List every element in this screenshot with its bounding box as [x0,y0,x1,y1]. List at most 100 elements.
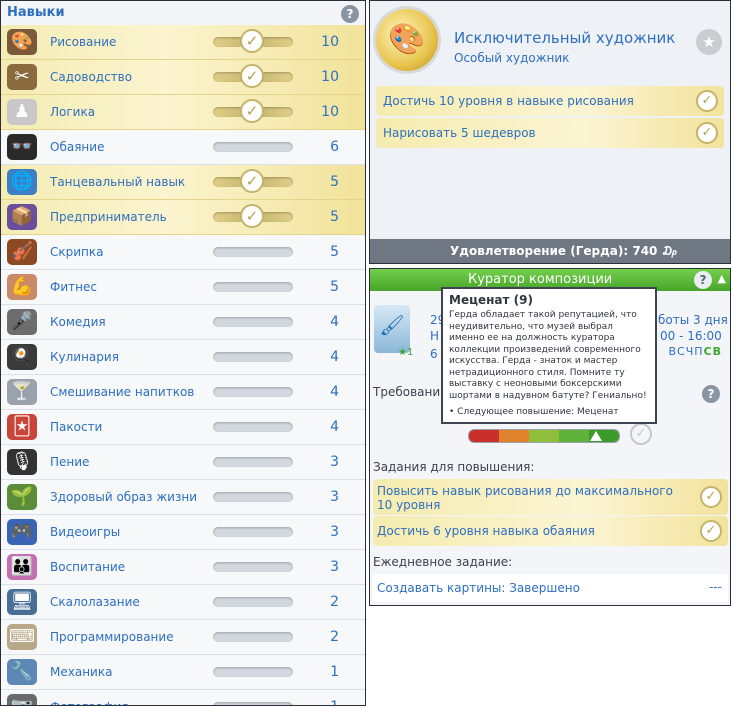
paint-palette-icon: 🎨 [7,29,37,55]
skill-level: 10 [321,34,339,50]
check-icon: ✓ [696,122,718,144]
skill-progress-bar [213,457,293,467]
check-icon: ✓ [240,64,264,88]
skill-level: 6 [330,139,339,155]
skill-level: 4 [330,349,339,365]
skill-name: Видеоигры [50,525,121,539]
career-title: Куратор композиции [468,272,613,287]
skill-progress-bar [213,282,293,292]
skill-row[interactable]: 📷Фотография✓1 [1,690,365,705]
skill-row[interactable]: 🖥Скалолазание✓2 [1,585,365,620]
daily-task[interactable]: Создавать картины: Завершено --- [373,574,728,602]
skill-row[interactable]: 🌐 Танцевальный навык ✓ 5 [1,165,365,200]
skill-row[interactable]: 💪Фитнес✓5 [1,270,365,305]
violin-icon: 🎻 [7,239,37,265]
check-icon: ✓ [240,29,264,53]
tooltip-title: Меценат (9) [449,293,533,307]
help-icon[interactable]: ? [341,5,359,23]
skill-progress-bar [213,667,293,677]
check-icon: ✓ [240,204,264,228]
wellness-plant-icon: 🌱 [7,484,37,510]
frying-pan-icon: 🍳 [7,344,37,370]
skill-progress-bar [213,562,293,572]
skill-row[interactable]: 🎨 Рисование ✓ 10 [1,25,365,60]
help-icon[interactable]: ? [702,385,720,403]
skill-level: 4 [330,419,339,435]
satisfaction-points: Удовлетворение (Герда): 740 ₯ [450,244,679,258]
skill-progress-bar [213,632,293,642]
aspiration-goal[interactable]: Достичь 10 уровня в навыке рисования ✓ [376,86,724,116]
check-icon: ✓ [240,99,264,123]
skill-name: Пение [50,455,90,469]
daily-task-text: Создавать картины: Завершено [377,581,580,595]
skill-level: 2 [330,594,339,610]
collapse-icon[interactable]: ▲ [718,272,726,285]
skill-row[interactable]: 🎙Пение✓3 [1,445,365,480]
entrepreneur-icon: 📦 [7,204,37,230]
career-level-stars: ★1 [398,347,414,358]
skill-progress-bar [213,597,293,607]
skill-level: 5 [330,174,339,190]
wrench-icon: 🔧 [7,659,37,685]
check-icon: ✓ [696,90,718,112]
skill-level: 3 [330,559,339,575]
tooltip-body: Герда обладает такой репутацией, что неу… [449,310,647,401]
chess-piece-icon: ♟ [7,99,37,125]
aspiration-medal-icon: 🎨 [376,9,438,71]
performance-marker [589,431,602,441]
aspiration-goal[interactable]: Нарисовать 5 шедевров ✓ [376,118,724,148]
skill-name: Воспитание [50,560,126,574]
promotion-task[interactable]: Повысить навык рисования до максимальног… [373,479,728,515]
disco-ball-icon: 🌐 [7,169,37,195]
sunglasses-icon: 👓 [7,134,37,160]
skill-name: Пакости [50,420,103,434]
skill-row[interactable]: 🎮Видеоигры✓3 [1,515,365,550]
skill-row[interactable]: 🌱Здоровый образ жизни✓3 [1,480,365,515]
skill-row[interactable]: 🃏Пакости✓4 [1,410,365,445]
performance-segment [469,430,499,442]
programming-icon: ⌨ [7,624,37,650]
performance-segment [529,430,559,442]
task-text: Повысить навык рисования до максимальног… [377,484,673,512]
skill-progress-bar [213,387,293,397]
skill-name: Механика [50,665,113,679]
performance-segment [499,430,529,442]
skill-name: Фитнес [50,280,97,294]
work-hours: 00 - 16:00 [660,329,722,343]
skill-progress-bar [213,142,293,152]
skill-level: 3 [330,489,339,505]
promotion-label: Задания для повышения: [373,460,535,474]
camera-icon: 📷 [7,694,37,705]
skill-name: Логика [50,105,96,119]
daily-task-label: Ежедневное задание: [373,555,513,569]
work-day: Ч [685,345,695,358]
skill-row[interactable]: 📦 Предприниматель ✓ 5 [1,200,365,235]
aspiration-title: Исключительный художник [454,29,676,47]
skill-level: 1 [330,699,339,705]
microphone-icon: 🎙 [7,449,37,475]
skill-row[interactable]: 🎤Комедия✓4 [1,305,365,340]
help-icon[interactable]: ? [694,271,712,289]
skill-level: 2 [330,629,339,645]
skill-level: 3 [330,454,339,470]
performance-segment [559,430,589,442]
skill-row[interactable]: 👪Воспитание✓3 [1,550,365,585]
skill-row[interactable]: 🔧Механика✓1 [1,655,365,690]
promotion-task[interactable]: Достичь 6 уровня навыка обаяния ✓ [373,516,728,546]
work-day: В [712,345,722,358]
skill-row[interactable]: 🎻Скрипка✓5 [1,235,365,270]
skill-level: 5 [330,279,339,295]
skill-row[interactable]: 👓Обаяние✓6 [1,130,365,165]
skill-progress-bar [213,317,293,327]
microphone-stand-icon: 🎤 [7,309,37,335]
skill-row[interactable]: 🍸Смешивание напитков✓4 [1,375,365,410]
skill-row[interactable]: ♟ Логика ✓ 10 [1,95,365,130]
skill-row[interactable]: ⌨Программирование✓2 [1,620,365,655]
career-info: 6 [430,347,438,361]
skill-row[interactable]: ✂ Садоводство ✓ 10 [1,60,365,95]
star-icon[interactable]: ★ [696,29,722,55]
cocktail-shaker-icon: 🍸 [7,379,37,405]
skill-level: 4 [330,314,339,330]
career-info: Н [430,329,440,343]
skill-row[interactable]: 🍳Кулинария✓4 [1,340,365,375]
